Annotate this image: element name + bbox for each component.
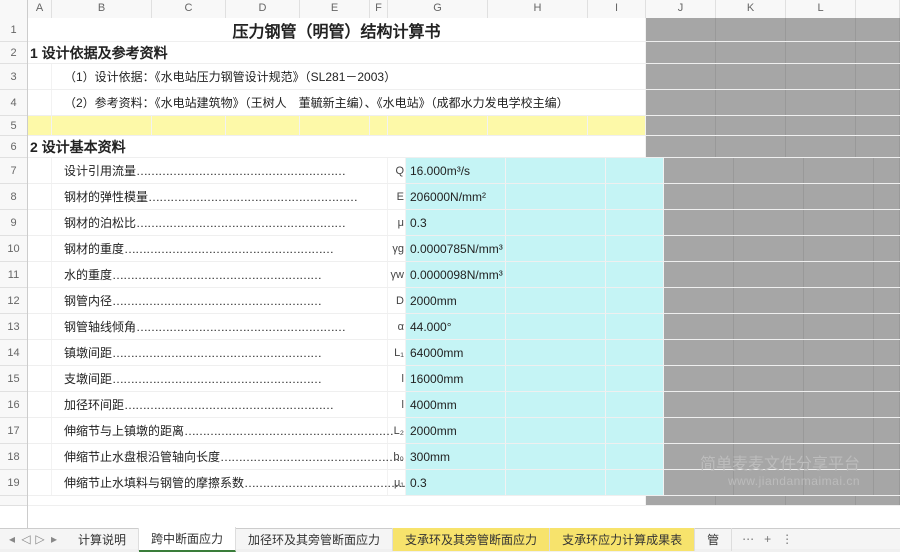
- param-value[interactable]: 4000mm: [406, 392, 506, 417]
- param-symbol: L₂: [388, 418, 406, 443]
- col-header-L[interactable]: L: [786, 0, 856, 18]
- tab-actions: ⋯ + ⋮: [732, 532, 803, 546]
- param-value[interactable]: 44.000°: [406, 314, 506, 339]
- row-header-13[interactable]: 13: [0, 314, 27, 340]
- param-value[interactable]: 300mm: [406, 444, 506, 469]
- param-label: 支墩间距…………………………………………………: [52, 366, 388, 391]
- row-header-8[interactable]: 8: [0, 184, 27, 210]
- param-value[interactable]: 0.3: [406, 470, 506, 495]
- col-header-C[interactable]: C: [152, 0, 226, 18]
- section-2-head: 2 设计基本资料: [28, 136, 646, 157]
- param-symbol: L₁: [388, 340, 406, 365]
- sheet-tab[interactable]: 加径环及其旁管断面应力: [236, 528, 393, 551]
- param-symbol: α: [388, 314, 406, 339]
- sheet-tab[interactable]: 跨中断面应力: [139, 527, 236, 552]
- row-header-7[interactable]: 7: [0, 158, 27, 184]
- param-symbol: μ: [388, 210, 406, 235]
- design-basis-line: （1）设计依据：《水电站压力钢管设计规范》（SL281－2003）: [52, 64, 646, 89]
- param-label: 钢材的重度…………………………………………………: [52, 236, 388, 261]
- col-header-A[interactable]: A: [28, 0, 52, 18]
- param-value[interactable]: 2000mm: [406, 418, 506, 443]
- row-header-3[interactable]: 3: [0, 64, 27, 90]
- param-label: 镇墩间距…………………………………………………: [52, 340, 388, 365]
- param-value[interactable]: 16000mm: [406, 366, 506, 391]
- row-header-10[interactable]: 10: [0, 236, 27, 262]
- param-symbol: γg: [388, 236, 406, 261]
- tab-add-icon[interactable]: +: [764, 532, 771, 546]
- sheet-tab[interactable]: 支承环及其旁管断面应力: [393, 528, 550, 551]
- sheet-tab[interactable]: 支承环应力计算成果表: [550, 528, 695, 551]
- col-header-G[interactable]: G: [388, 0, 488, 18]
- param-symbol: E: [388, 184, 406, 209]
- row-header-9[interactable]: 9: [0, 210, 27, 236]
- param-value[interactable]: 0.3: [406, 210, 506, 235]
- row-header-11[interactable]: 11: [0, 262, 27, 288]
- param-value[interactable]: 16.000m³/s: [406, 158, 506, 183]
- row-header-16[interactable]: 16: [0, 392, 27, 418]
- param-symbol: l: [388, 392, 406, 417]
- col-header-F[interactable]: F: [370, 0, 388, 18]
- param-label: 伸缩节止水填料与钢管的摩擦系数…………………………………………………: [52, 470, 388, 495]
- row-header-6[interactable]: 6: [0, 136, 27, 158]
- param-symbol: γw: [388, 262, 406, 287]
- param-symbol: b₀: [388, 444, 406, 469]
- param-label: 钢材的泊松比…………………………………………………: [52, 210, 388, 235]
- section-1-head: 1 设计依据及参考资料: [28, 42, 646, 63]
- row-header-17[interactable]: 17: [0, 418, 27, 444]
- tab-more-icon[interactable]: ⋯: [742, 532, 754, 546]
- row-header-4[interactable]: 4: [0, 90, 27, 116]
- reference-line: （2）参考资料：《水电站建筑物》（王树人 董毓新主编）、《水电站》（成都水力发电…: [52, 90, 646, 115]
- sheet-tab[interactable]: 计算说明: [66, 528, 139, 551]
- select-all-corner[interactable]: [0, 0, 28, 18]
- param-symbol: μ₁: [388, 470, 406, 495]
- tab-nav-first[interactable]: ◂: [6, 532, 18, 546]
- row-header-1[interactable]: 1: [0, 18, 27, 42]
- param-symbol: Q: [388, 158, 406, 183]
- spreadsheet: A B C D E F G H I J K L 1 2 3 4 5 6 7 8 …: [0, 0, 900, 528]
- column-headers: A B C D E F G H I J K L: [0, 0, 900, 18]
- tab-nav: ◂ ◁ ▷ ▸: [0, 532, 66, 546]
- row-header-18[interactable]: 18: [0, 444, 27, 470]
- row-header-19[interactable]: 19: [0, 470, 27, 496]
- param-value[interactable]: 206000N/mm²: [406, 184, 506, 209]
- col-header-B[interactable]: B: [52, 0, 152, 18]
- sheet-tab[interactable]: 管: [695, 528, 732, 551]
- col-header-I[interactable]: I: [588, 0, 646, 18]
- row-header-12[interactable]: 12: [0, 288, 27, 314]
- param-symbol: D: [388, 288, 406, 313]
- param-symbol: l: [388, 366, 406, 391]
- param-label: 伸缩节与上镇墩的距离…………………………………………………: [52, 418, 388, 443]
- row-header-5[interactable]: 5: [0, 116, 27, 136]
- col-header-D[interactable]: D: [226, 0, 300, 18]
- param-label: 加径环间距…………………………………………………: [52, 392, 388, 417]
- row-header-14[interactable]: 14: [0, 340, 27, 366]
- tab-menu-icon[interactable]: ⋮: [781, 532, 793, 546]
- param-value[interactable]: 0.0000098N/mm³: [406, 262, 506, 287]
- col-header-K[interactable]: K: [716, 0, 786, 18]
- tab-nav-prev[interactable]: ◁: [20, 532, 32, 546]
- param-label: 钢管内径…………………………………………………: [52, 288, 388, 313]
- tab-nav-next[interactable]: ▷: [34, 532, 46, 546]
- param-label: 水的重度…………………………………………………: [52, 262, 388, 287]
- col-header-H[interactable]: H: [488, 0, 588, 18]
- col-header-rest: [856, 0, 900, 18]
- cells[interactable]: 压力钢管（明管）结构计算书 1 设计依据及参考资料 （1）设计依据：《水电站压力…: [28, 18, 900, 528]
- param-label: 钢管轴线倾角…………………………………………………: [52, 314, 388, 339]
- param-label: 伸缩节止水盘根沿管轴向长度…………………………………………………: [52, 444, 388, 469]
- param-value[interactable]: 2000mm: [406, 288, 506, 313]
- doc-title: 压力钢管（明管）结构计算书: [28, 18, 646, 41]
- param-value[interactable]: 0.0000785N/mm³: [406, 236, 506, 261]
- tab-nav-last[interactable]: ▸: [48, 532, 60, 546]
- col-header-E[interactable]: E: [300, 0, 370, 18]
- row-header-blank: [0, 496, 27, 506]
- row-header-2[interactable]: 2: [0, 42, 27, 64]
- row-header-15[interactable]: 15: [0, 366, 27, 392]
- row-headers: 1 2 3 4 5 6 7 8 9 10 11 12 13 14 15 16 1…: [0, 18, 28, 528]
- sheet-tab-bar: ◂ ◁ ▷ ▸ 计算说明跨中断面应力加径环及其旁管断面应力支承环及其旁管断面应力…: [0, 528, 900, 549]
- param-value[interactable]: 64000mm: [406, 340, 506, 365]
- col-header-J[interactable]: J: [646, 0, 716, 18]
- param-label: 设计引用流量…………………………………………………: [52, 158, 388, 183]
- tabs: 计算说明跨中断面应力加径环及其旁管断面应力支承环及其旁管断面应力支承环应力计算成…: [66, 527, 732, 552]
- param-label: 钢材的弹性模量…………………………………………………: [52, 184, 388, 209]
